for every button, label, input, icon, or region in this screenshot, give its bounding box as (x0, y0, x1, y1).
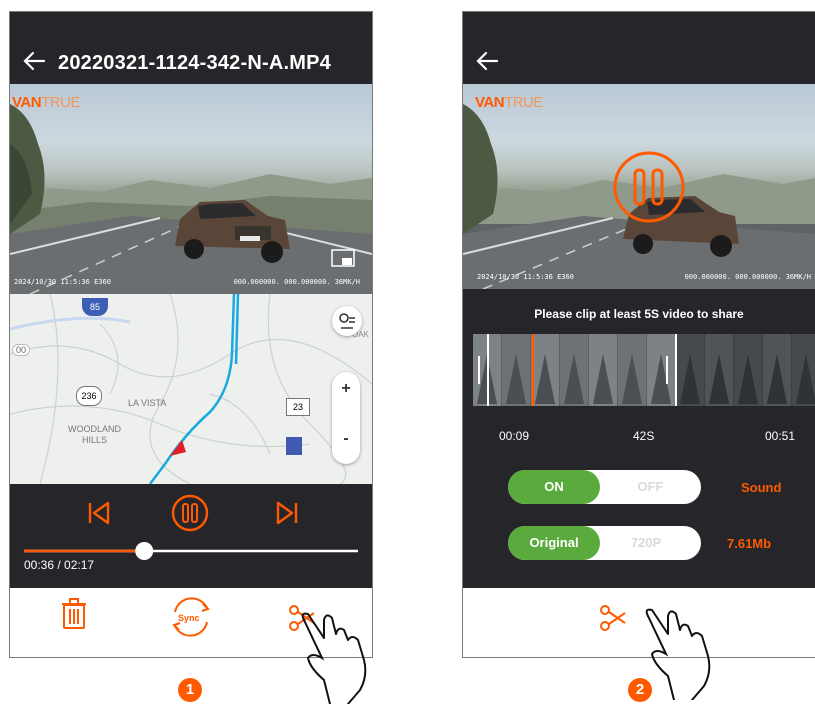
quality-original-option[interactable]: Original (508, 526, 600, 560)
back-arrow-icon[interactable] (475, 50, 499, 72)
zoom-out-button[interactable]: - (332, 430, 360, 448)
file-size-label: 7.61Mb (727, 536, 772, 551)
back-arrow-icon[interactable] (22, 50, 46, 72)
header: 20220321-1124-342-N-A.MP4 (10, 12, 372, 84)
trash-icon[interactable] (62, 598, 86, 629)
sound-on-option[interactable]: ON (508, 470, 600, 504)
clip-end-time: 00:51 (765, 429, 796, 443)
road-label-00: 00 (12, 344, 31, 356)
video-frame (10, 104, 372, 294)
video-coords: 000.000000. 000.000000. 36MK/H (684, 273, 811, 281)
step-badge-2: 2 (628, 678, 652, 702)
sound-off-option[interactable]: OFF (600, 470, 701, 504)
next-icon[interactable] (276, 501, 298, 525)
prev-icon[interactable] (88, 501, 110, 525)
map-label-la-vista: LA VISTA (128, 398, 167, 408)
pause-icon[interactable] (171, 494, 209, 532)
video-coords: 000.000000. 000.000000. 36MK/H (233, 278, 360, 286)
zoom-control: + - (332, 372, 360, 464)
map-layers-icon[interactable] (332, 306, 362, 336)
step-badge-1: 1 (178, 678, 202, 702)
sound-toggle[interactable]: ON OFF (508, 470, 701, 504)
video-timestamp: 2024/10/30 11:5:36 E360 (477, 273, 574, 281)
screen-clip: VANTRUE 2024/10/30 11:5:36 E360 000.0000… (462, 11, 815, 658)
clip-panel: Please clip at least 5S video to share 0… (463, 289, 815, 588)
header (463, 12, 815, 84)
video-player[interactable]: VANTRUE 2024/10/30 11:5:36 E360 000.0000… (10, 84, 372, 294)
map-label-hills: HILLS (82, 435, 108, 445)
clip-duration: 42S (633, 429, 655, 443)
road-label-236: 236 (76, 386, 102, 406)
brand-logo: VANTRUE (12, 94, 80, 111)
brand-logo: VANTRUE (475, 94, 543, 111)
frame-strip[interactable] (473, 334, 815, 406)
map-label-woodland: WOODLAND (68, 424, 122, 434)
file-title: 20220321-1124-342-N-A.MP4 (58, 52, 331, 74)
map-view[interactable]: 85 00 236 23 LA VISTA WOODLAND HILLS OAK… (10, 294, 372, 484)
clip-start-time: 00:09 (499, 429, 530, 443)
clip-hint: Please clip at least 5S video to share (534, 307, 744, 321)
sync-label: Sync (178, 613, 200, 623)
playback-controls: 00:36 / 02:17 (10, 484, 372, 588)
road-shield-85: 85 (82, 298, 108, 316)
road-label-23: 23 (286, 398, 310, 416)
screen-playback: 20220321-1124-342-N-A.MP4 VANTRUE 2024/1… (9, 11, 373, 658)
time-label: 00:36 / 02:17 (24, 558, 95, 572)
clip-video-player[interactable]: VANTRUE 2024/10/30 11:5:36 E360 000.0000… (463, 84, 815, 289)
sound-label: Sound (741, 480, 782, 495)
video-timestamp: 2024/10/30 11:5:36 E360 (14, 278, 111, 286)
quality-720p-option[interactable]: 720P (600, 526, 692, 560)
zoom-in-button[interactable]: + (332, 380, 360, 398)
quality-toggle[interactable]: Original 720P (508, 526, 701, 560)
scissors-icon[interactable] (600, 605, 626, 631)
hand-pointer-icon (301, 612, 367, 704)
